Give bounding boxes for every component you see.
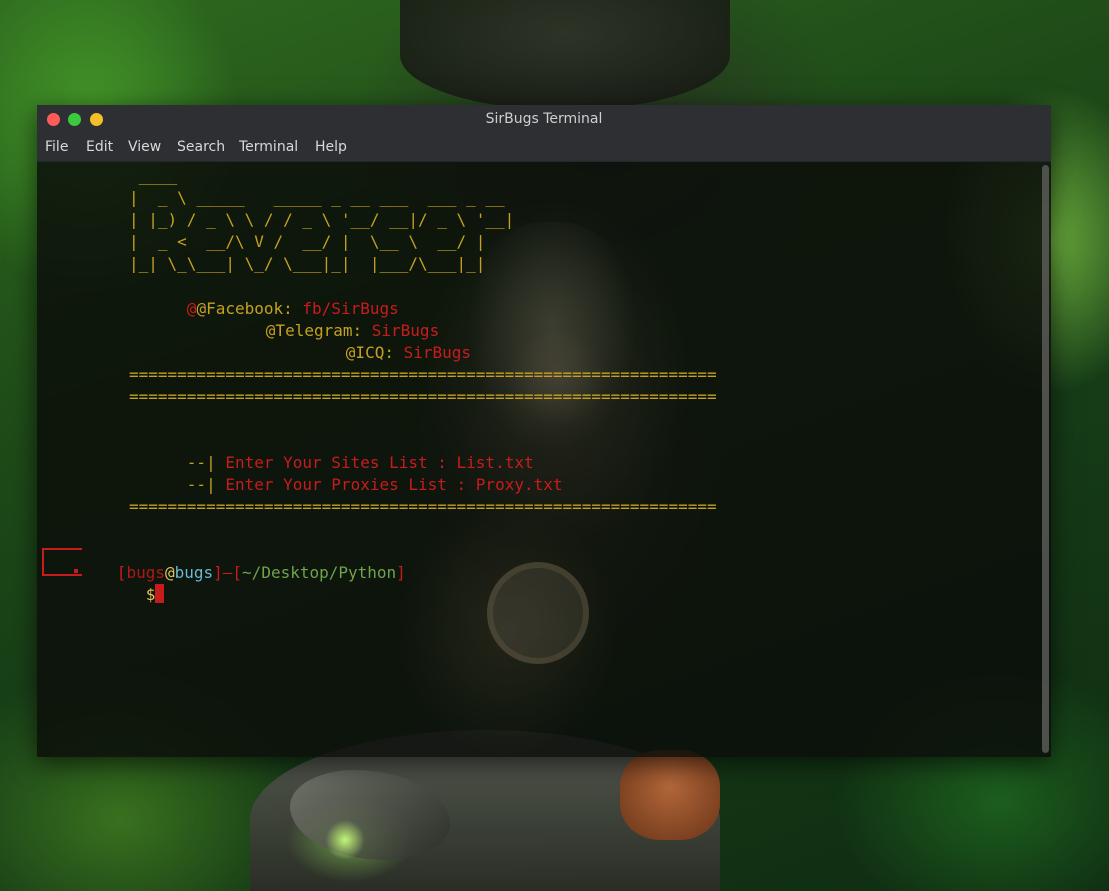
- wallpaper-shoulder: [620, 750, 720, 840]
- menu-file[interactable]: File: [45, 139, 68, 155]
- shell-path: ~/Desktop/Python: [242, 563, 397, 582]
- banner-line-1: ____: [129, 166, 178, 185]
- shell-at: @: [164, 563, 175, 582]
- menu-search[interactable]: Search: [177, 139, 225, 155]
- banner-line-4: | _ < __/\ V / __/ | \__ \ __/ |: [129, 232, 486, 251]
- wallpaper-hair: [400, 0, 730, 110]
- banner-line-3: | |_) / _ \ \ / / _ \ '__/ __|/ _ \ '__|: [129, 210, 515, 229]
- separator-2: ========================================…: [129, 387, 717, 406]
- menu-edit[interactable]: Edit: [86, 139, 113, 155]
- proxies-marker: --|: [186, 475, 216, 494]
- window-title: SirBugs Terminal: [485, 111, 603, 127]
- menu-help[interactable]: Help: [315, 139, 347, 155]
- shell-host: bugs: [174, 563, 214, 582]
- icq-value: SirBugs: [403, 343, 472, 362]
- icq-label: @ICQ:: [345, 343, 394, 362]
- wallpaper-glow: [325, 820, 365, 860]
- banner-line-5: |_| \_\___| \_/ \___|_| |___/\___|_|: [129, 254, 486, 273]
- separator-1: ========================================…: [129, 365, 717, 384]
- facebook-at: @: [186, 299, 197, 318]
- separator-3: ========================================…: [129, 497, 717, 516]
- terminal-area[interactable]: ____ | _ \ _____ _____ _ __ ___ ___ _ __…: [37, 162, 1051, 757]
- text-cursor: [155, 584, 165, 603]
- shell-input-line[interactable]: $: [88, 562, 165, 628]
- vertical-scrollbar[interactable]: [1042, 165, 1049, 753]
- menu-view[interactable]: View: [128, 139, 161, 155]
- title-bar[interactable]: SirBugs Terminal: [37, 105, 1051, 134]
- banner-line-2: | _ \ _____ _____ _ __ ___ ___ _ __: [129, 188, 505, 207]
- terminal-window: SirBugs Terminal File Edit View Search T…: [37, 105, 1051, 757]
- menu-bar: File Edit View Search Terminal Help: [37, 134, 1051, 162]
- proxies-text: Enter Your Proxies List : Proxy.txt: [225, 475, 563, 494]
- menu-terminal[interactable]: Terminal: [239, 139, 298, 155]
- background-watch: [487, 562, 589, 664]
- shell-dollar: $: [145, 585, 156, 604]
